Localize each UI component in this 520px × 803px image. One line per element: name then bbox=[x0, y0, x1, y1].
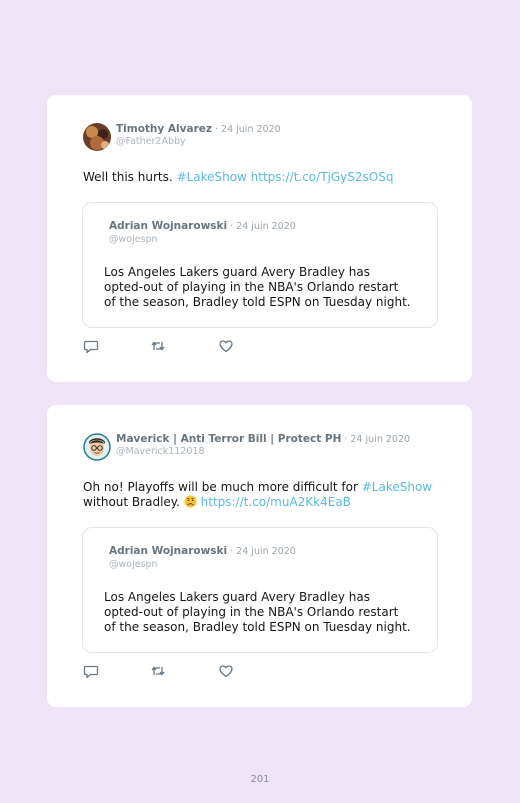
page-number: 201 bbox=[250, 774, 270, 785]
tweet-card: Maverick | Anti Terror Bill | Protect PH… bbox=[47, 405, 472, 707]
tweet-card: Timothy Alvarez · 24 juin 2020 @Father2A… bbox=[47, 95, 472, 382]
like-icon[interactable] bbox=[218, 663, 234, 679]
author-handle[interactable]: @Father2Abby bbox=[116, 136, 281, 148]
quoted-handle: @wojespn bbox=[109, 234, 158, 245]
tweet-text-plain: Well this hurts. bbox=[83, 170, 177, 184]
author-handle[interactable]: @Maverick112018 bbox=[116, 446, 410, 458]
quoted-text: Los Angeles Lakers guard Avery Bradley h… bbox=[104, 590, 411, 634]
worried-face-icon bbox=[184, 495, 197, 508]
avatar[interactable] bbox=[83, 433, 111, 461]
avatar[interactable] bbox=[83, 123, 111, 151]
reply-icon[interactable] bbox=[83, 338, 99, 354]
like-icon[interactable] bbox=[218, 338, 234, 354]
hashtag-link[interactable]: #LakeShow bbox=[176, 170, 246, 184]
quoted-date: · 24 juin 2020 bbox=[227, 546, 296, 557]
reply-icon[interactable] bbox=[83, 663, 99, 679]
tweet-text-plain: Oh no! Playoffs will be much more diffic… bbox=[83, 480, 362, 494]
tweet-header: Maverick | Anti Terror Bill | Protect PH… bbox=[83, 433, 410, 461]
quoted-tweet[interactable]: Adrian Wojnarowski · 24 juin 2020 @wojes… bbox=[82, 202, 438, 328]
quoted-author-name: Adrian Wojnarowski bbox=[109, 545, 228, 557]
quoted-author-name: Adrian Wojnarowski bbox=[109, 220, 228, 232]
retweet-icon[interactable] bbox=[150, 663, 166, 679]
tweet-text: Well this hurts. #LakeShow https://t.co/… bbox=[83, 170, 442, 185]
tweet-text: Oh no! Playoffs will be much more diffic… bbox=[83, 480, 442, 510]
quoted-handle: @wojespn bbox=[109, 559, 158, 570]
tweet-date[interactable]: · 24 juin 2020 bbox=[212, 124, 281, 135]
avatar-image bbox=[83, 433, 111, 461]
hashtag-link[interactable]: #LakeShow bbox=[362, 480, 432, 494]
retweet-icon[interactable] bbox=[150, 338, 166, 354]
url-link[interactable]: https://t.co/muA2Kk4EaB bbox=[197, 495, 351, 509]
tweet-header: Timothy Alvarez · 24 juin 2020 @Father2A… bbox=[83, 123, 281, 151]
url-link[interactable]: https://t.co/TjGyS2sOSq bbox=[247, 170, 394, 184]
quoted-date: · 24 juin 2020 bbox=[227, 221, 296, 232]
avatar-image bbox=[83, 123, 111, 151]
author-name[interactable]: Maverick | Anti Terror Bill | Protect PH bbox=[116, 433, 341, 445]
tweet-date[interactable]: · 24 juin 2020 bbox=[341, 434, 410, 445]
author-name[interactable]: Timothy Alvarez bbox=[116, 123, 212, 135]
quoted-tweet[interactable]: Adrian Wojnarowski · 24 juin 2020 @wojes… bbox=[82, 527, 438, 653]
quoted-text: Los Angeles Lakers guard Avery Bradley h… bbox=[104, 265, 411, 309]
tweet-text-after: without Bradley. bbox=[83, 495, 184, 509]
